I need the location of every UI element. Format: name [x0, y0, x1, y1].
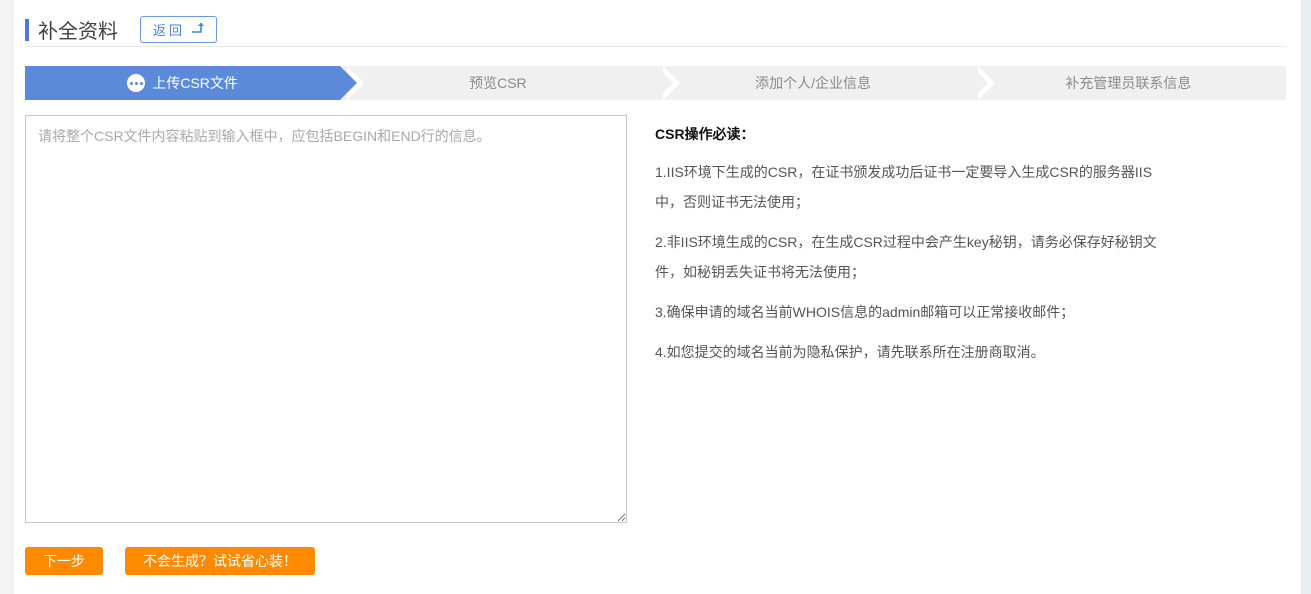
step-label: 添加个人/企业信息 [755, 73, 871, 93]
main-area: CSR操作必读： 1.IIS环境下生成的CSR，在证书颁发成功后证书一定要导入生… [25, 115, 1286, 523]
step-label: 补充管理员联系信息 [1065, 73, 1191, 93]
instructions-heading: CSR操作必读： [655, 120, 1165, 148]
page-title: 补全资料 [38, 15, 118, 44]
easy-install-button[interactable]: 不会生成？试试省心装！ [125, 547, 315, 575]
instruction-item: 3.确保申请的域名当前WHOIS信息的admin邮箱可以正常接收邮件； [655, 297, 1165, 327]
page-header: 补全资料 返回 [25, 0, 1286, 47]
step-admin-contact[interactable]: 补充管理员联系信息 [971, 66, 1286, 100]
instruction-item: 4.如您提交的域名当前为隐私保护，请先联系所在注册商取消。 [655, 337, 1165, 367]
step-preview-csr[interactable]: 预览CSR [340, 66, 655, 100]
title-accent-bar [25, 19, 29, 41]
back-button-label: 返回 [153, 20, 185, 39]
instruction-item: 2.非IIS环境生成的CSR，在生成CSR过程中会产生key秘钥，请务必保存好秘… [655, 227, 1165, 287]
step-add-info[interactable]: 添加个人/企业信息 [656, 66, 971, 100]
csr-instructions-panel: CSR操作必读： 1.IIS环境下生成的CSR，在证书颁发成功后证书一定要导入生… [655, 115, 1165, 523]
scrollbar[interactable] [1301, 0, 1311, 594]
ellipsis-circle-icon [127, 74, 145, 92]
footer-actions: 下一步 不会生成？试试省心装！ [25, 547, 1286, 575]
next-step-button[interactable]: 下一步 [25, 547, 103, 575]
steps-bar: 上传CSR文件 预览CSR 添加个人/企业信息 补充管理员联系信息 [25, 66, 1286, 100]
step-upload-csr[interactable]: 上传CSR文件 [25, 66, 340, 100]
arrow-right-up-icon [191, 22, 206, 37]
csr-input[interactable] [25, 115, 627, 523]
step-label: 上传CSR文件 [152, 73, 238, 93]
instruction-item: 1.IIS环境下生成的CSR，在证书颁发成功后证书一定要导入生成CSR的服务器I… [655, 157, 1165, 217]
back-button[interactable]: 返回 [140, 16, 217, 43]
step-label: 预览CSR [469, 73, 527, 93]
page-left-margin [0, 0, 14, 594]
page-content: 补全资料 返回 上传CSR文件 预览CSR 添加个人/企业信息 补充管理员联系信… [25, 0, 1286, 594]
